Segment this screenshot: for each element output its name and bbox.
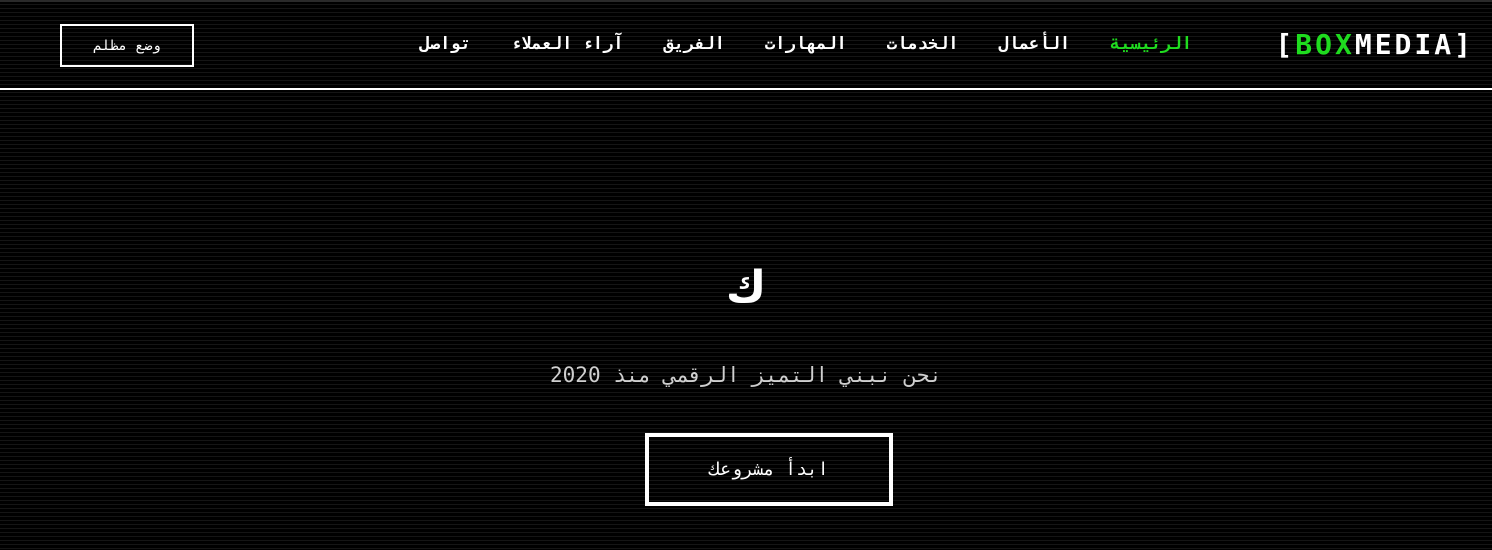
- logo-media-text: MEDIA: [1354, 28, 1455, 61]
- nav-item-works[interactable]: الأعمال: [998, 32, 1070, 56]
- nav-item-contact[interactable]: تواصل: [420, 32, 471, 56]
- logo-close-bracket: ]: [1454, 28, 1474, 61]
- brand-logo[interactable]: [BOXMEDIA]: [1275, 28, 1474, 62]
- hero-subtitle: نحن نبني التميز الرقمي منذ 2020: [550, 363, 942, 387]
- nav-item-team[interactable]: الفريق: [663, 32, 724, 56]
- nav-item-home[interactable]: الرئيسية: [1110, 32, 1192, 56]
- dark-mode-button[interactable]: وضع مظلم: [60, 24, 194, 67]
- site-header: [BOXMEDIA] الرئيسية الأعمال الخدمات المه…: [0, 0, 1492, 90]
- hero-title: ك: [725, 262, 767, 313]
- nav-item-services[interactable]: الخدمات: [887, 32, 959, 56]
- logo-box-text: BOX: [1295, 28, 1355, 61]
- nav-item-testimonials[interactable]: آراء العملاء: [511, 32, 624, 56]
- nav-item-skills[interactable]: المهارات: [765, 32, 847, 56]
- logo-open-bracket: [: [1275, 28, 1296, 61]
- main-nav: الرئيسية الأعمال الخدمات المهارات الفريق…: [420, 32, 1192, 56]
- start-project-button[interactable]: ابدأ مشروعك: [645, 433, 893, 506]
